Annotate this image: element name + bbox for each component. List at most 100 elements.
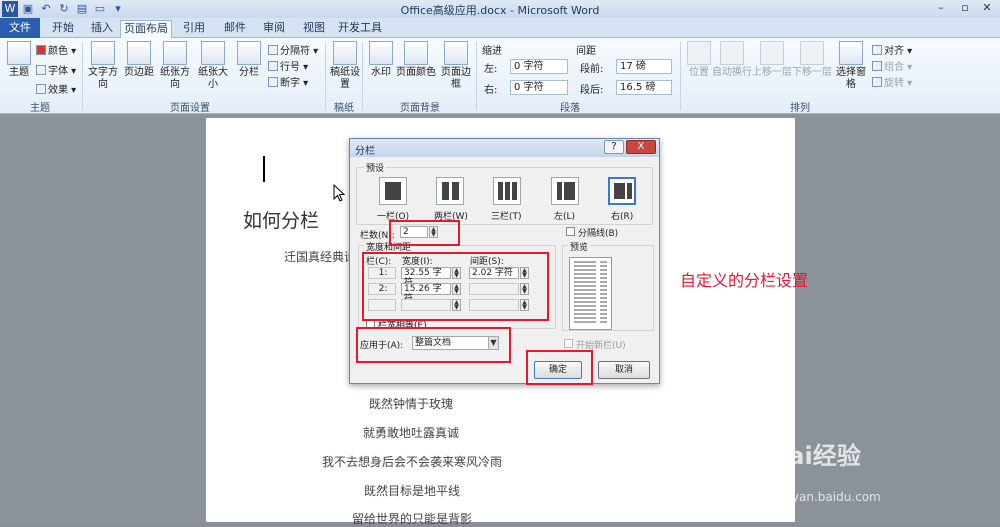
separator-checkbox[interactable] bbox=[566, 227, 575, 236]
preset-left-label: 左(L) bbox=[554, 212, 576, 222]
margins-icon bbox=[127, 41, 151, 65]
tab-review[interactable]: 审阅 bbox=[256, 20, 292, 38]
orientation-button[interactable]: 纸张方向 bbox=[158, 41, 192, 91]
colors-icon bbox=[36, 45, 46, 55]
hyphenation-button[interactable]: 断字 ▾ bbox=[268, 74, 308, 89]
group-objects-button[interactable]: 组合 ▾ bbox=[872, 58, 912, 73]
highlight-ok bbox=[526, 350, 593, 385]
themes-button[interactable]: 主题 bbox=[2, 41, 36, 79]
draft-paper-icon bbox=[333, 41, 357, 65]
send-backward-button[interactable]: 下移一层 bbox=[792, 41, 832, 79]
dialog-title: 分栏 bbox=[355, 146, 375, 157]
bring-forward-button[interactable]: 上移一层 bbox=[752, 41, 792, 79]
margins-button[interactable]: 页边距 bbox=[122, 41, 156, 79]
minimize-icon[interactable]: – bbox=[930, 0, 952, 16]
ribbon-divider bbox=[362, 42, 363, 110]
selection-pane-button[interactable]: 选择窗格 bbox=[832, 41, 870, 91]
preset-one-column[interactable] bbox=[379, 177, 407, 205]
spacing-after-label: 段后: bbox=[580, 85, 604, 96]
baidu-watermark: Bai经验 bbox=[770, 442, 861, 470]
separator-label: 分隔线(B) bbox=[578, 229, 619, 239]
theme-colors-button[interactable]: 颜色 ▾ bbox=[36, 42, 76, 57]
align-label: 对齐 bbox=[884, 46, 904, 57]
tab-insert[interactable]: 插入 bbox=[84, 20, 120, 38]
tab-developer[interactable]: 开发工具 bbox=[334, 20, 386, 38]
send-backward-icon bbox=[800, 41, 824, 65]
indent-right-label: 右: bbox=[484, 85, 498, 96]
page-color-icon bbox=[404, 41, 428, 65]
themes-label: 主题 bbox=[9, 67, 29, 78]
breaks-button[interactable]: 分隔符 ▾ bbox=[268, 42, 318, 57]
theme-fonts-button[interactable]: 字体 ▾ bbox=[36, 62, 76, 77]
close-window-icon[interactable]: ✕ bbox=[976, 0, 998, 16]
theme-effects-button[interactable]: 效果 ▾ bbox=[36, 81, 76, 96]
mouse-pointer-icon bbox=[333, 184, 345, 202]
highlight-apply-to bbox=[356, 327, 511, 363]
doc-line: 既然钟情于玫瑰 bbox=[369, 397, 454, 411]
text-direction-button[interactable]: 文字方向 bbox=[86, 41, 120, 91]
breaks-label: 分隔符 bbox=[280, 46, 310, 57]
rotate-button[interactable]: 旋转 ▾ bbox=[872, 74, 912, 89]
close-button[interactable]: X bbox=[626, 140, 656, 154]
indent-right-input[interactable]: 0 字符 bbox=[510, 80, 568, 95]
align-button[interactable]: 对齐 ▾ bbox=[872, 42, 912, 57]
preset-left[interactable] bbox=[551, 177, 579, 205]
spacing-label: 间距 bbox=[576, 46, 596, 57]
position-button[interactable]: 位置 bbox=[682, 41, 716, 79]
rotate-icon bbox=[872, 77, 882, 87]
cancel-button[interactable]: 取消 bbox=[598, 361, 650, 379]
maximize-icon[interactable]: ▫ bbox=[954, 0, 976, 16]
group-icon bbox=[872, 61, 882, 71]
preview-lines-icon bbox=[574, 261, 607, 323]
wrap-text-button[interactable]: 自动换行 bbox=[712, 41, 752, 79]
theme-fonts-label: 字体 bbox=[48, 66, 68, 77]
line-numbers-button[interactable]: 行号 ▾ bbox=[268, 58, 308, 73]
spacing-after-input[interactable]: 16.5 磅 bbox=[616, 80, 672, 95]
window-title: Office高级应用.docx - Microsoft Word bbox=[400, 4, 600, 17]
spacing-before-input[interactable]: 17 磅 bbox=[616, 59, 672, 74]
text-direction-icon bbox=[91, 41, 115, 65]
tab-page-layout[interactable]: 页面布局 bbox=[120, 20, 172, 39]
tab-view[interactable]: 视图 bbox=[296, 20, 332, 38]
preset-three-columns[interactable] bbox=[493, 177, 521, 205]
hyphenation-icon bbox=[268, 77, 278, 87]
columns-button[interactable]: 分栏 bbox=[232, 41, 266, 79]
doc-line: 既然目标是地平线 bbox=[364, 484, 461, 498]
ribbon-divider bbox=[680, 42, 681, 110]
selection-pane-label: 选择窗格 bbox=[836, 67, 866, 90]
preset-two-columns[interactable] bbox=[436, 177, 464, 205]
size-button[interactable]: 纸张大小 bbox=[196, 41, 230, 91]
tab-references[interactable]: 引用 bbox=[176, 20, 212, 38]
group-label-paragraph: 段落 bbox=[560, 103, 580, 114]
title-bar: W ▣ ↶ ↻ ▤ ▭ ▾ Office高级应用.docx - Microsof… bbox=[0, 0, 1000, 18]
watermark-icon bbox=[369, 41, 393, 65]
draft-paper-button[interactable]: 稿纸设置 bbox=[328, 41, 362, 91]
column-preview bbox=[569, 257, 612, 330]
page-border-button[interactable]: 页面边框 bbox=[438, 41, 474, 91]
tab-file[interactable]: 文件 bbox=[0, 18, 40, 38]
group-label-page-setup: 页面设置 bbox=[170, 103, 210, 114]
send-backward-label: 下移一层 bbox=[792, 67, 832, 78]
watermark-url: jingyan.baidu.com bbox=[770, 490, 881, 504]
page-border-label: 页面边框 bbox=[441, 67, 471, 90]
spacing-before-label: 段前: bbox=[580, 64, 604, 75]
doc-line: 留给世界的只能是背影 bbox=[352, 512, 473, 526]
presets-label: 预设 bbox=[364, 161, 387, 174]
ribbon-tabs: 文件 开始 插入 页面布局 引用 邮件 审阅 视图 开发工具 bbox=[0, 18, 1000, 39]
text-cursor bbox=[263, 156, 265, 182]
highlight-width-spacing bbox=[362, 252, 549, 321]
help-button[interactable]: ? bbox=[604, 140, 624, 154]
position-label: 位置 bbox=[689, 67, 709, 78]
watermark-button[interactable]: 水印 bbox=[364, 41, 398, 79]
line-numbers-label: 行号 bbox=[280, 62, 300, 73]
tab-mailings[interactable]: 邮件 bbox=[216, 20, 254, 38]
indent-left-input[interactable]: 0 字符 bbox=[510, 59, 568, 74]
watermark-label: 水印 bbox=[371, 67, 391, 78]
paper-size-icon bbox=[201, 41, 225, 65]
page-color-button[interactable]: 页面颜色 bbox=[396, 41, 436, 79]
group-label-arrange: 排列 bbox=[790, 103, 810, 114]
doc-heading: 如何分栏 bbox=[243, 210, 320, 232]
preset-right[interactable] bbox=[608, 177, 636, 205]
draft-paper-label: 稿纸设置 bbox=[330, 67, 360, 90]
tab-home[interactable]: 开始 bbox=[44, 20, 82, 38]
